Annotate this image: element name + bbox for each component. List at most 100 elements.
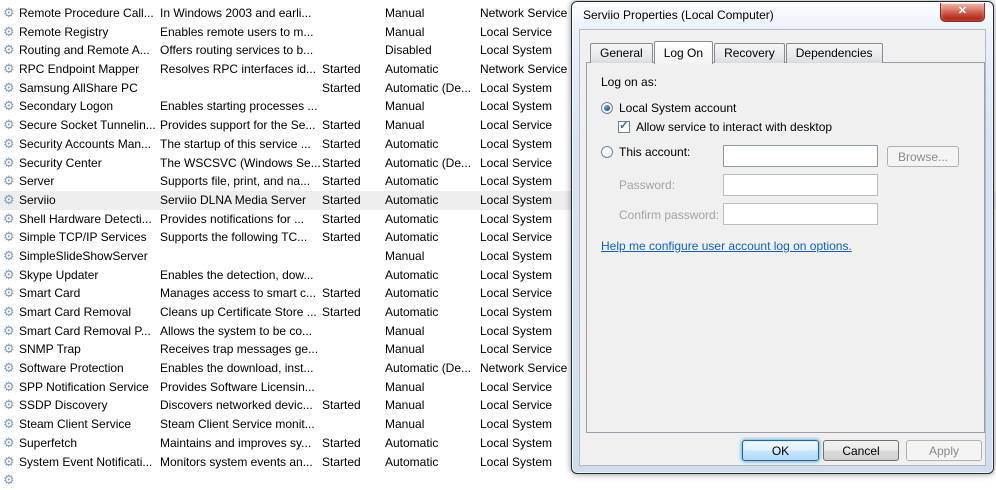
service-status: Started — [322, 453, 382, 472]
ok-button[interactable]: OK — [742, 440, 819, 461]
service-gear-icon: ⚙ — [3, 396, 15, 415]
dialog-tabs: GeneralLog OnRecoveryDependencies — [590, 40, 884, 63]
service-description: Provides support for the Se... — [160, 116, 320, 135]
interact-desktop-option[interactable]: ✓ Allow service to interact with desktop — [618, 120, 832, 134]
account-input[interactable] — [723, 145, 878, 167]
service-name: Superfetch — [19, 434, 157, 453]
confirm-password-label: Confirm password: — [619, 208, 719, 222]
service-startup-type: Automatic — [385, 135, 478, 154]
service-name: Simple TCP/IP Services — [19, 228, 157, 247]
service-description: The startup of this service ... — [160, 135, 320, 154]
service-gear-icon: ⚙ — [3, 60, 15, 79]
this-account-radio-icon[interactable] — [601, 146, 613, 158]
service-status: Started — [322, 135, 382, 154]
service-gear-icon: ⚙ — [3, 359, 15, 378]
service-description: Resolves RPC interfaces id... — [160, 60, 320, 79]
service-name: Security Center — [19, 154, 157, 173]
service-gear-icon: ⚙ — [3, 471, 15, 490]
tab-dependencies[interactable]: Dependencies — [786, 43, 883, 63]
service-description: Supports file, print, and na... — [160, 172, 320, 191]
service-name: Remote Registry — [19, 23, 157, 42]
service-description: Allows the system to be co... — [160, 322, 320, 341]
service-description: Enables the detection, dow... — [160, 266, 320, 285]
service-gear-icon: ⚙ — [3, 453, 15, 472]
service-gear-icon: ⚙ — [3, 154, 15, 173]
service-gear-icon: ⚙ — [3, 415, 15, 434]
service-startup-type: Manual — [385, 247, 478, 266]
interact-desktop-checkbox[interactable]: ✓ — [618, 121, 630, 133]
service-description: Enables the download, inst... — [160, 359, 320, 378]
service-startup-type: Manual — [385, 116, 478, 135]
help-link[interactable]: Help me configure user account log on op… — [601, 239, 852, 253]
service-startup-type: Automatic (De... — [385, 154, 478, 173]
service-description: Manages access to smart c... — [160, 284, 320, 303]
service-name: Secondary Logon — [19, 97, 157, 116]
service-name: SPP Notification Service — [19, 378, 157, 397]
service-startup-type: Manual — [385, 322, 478, 341]
service-startup-type: Manual — [385, 378, 478, 397]
service-name: RPC Endpoint Mapper — [19, 60, 157, 79]
dialog-titlebar[interactable]: Serviio Properties (Local Computer) ✕ — [572, 2, 993, 29]
service-description: Monitors system events an... — [160, 453, 320, 472]
service-startup-type: Manual — [385, 23, 478, 42]
password-label: Password: — [619, 178, 675, 192]
service-startup-type: Automatic — [385, 60, 478, 79]
service-description: Enables starting processes ... — [160, 97, 320, 116]
local-system-label: Local System account — [619, 101, 736, 115]
browse-button[interactable]: Browse... — [887, 146, 959, 167]
service-gear-icon: ⚙ — [3, 135, 15, 154]
service-startup-type: Automatic — [385, 303, 478, 322]
service-startup-type: Automatic (De... — [385, 79, 478, 98]
service-name: Smart Card Removal — [19, 303, 157, 322]
service-name: Remote Procedure Call... — [19, 4, 157, 23]
service-gear-icon: ⚙ — [3, 247, 15, 266]
tab-general[interactable]: General — [590, 43, 653, 63]
cancel-button[interactable]: Cancel — [823, 440, 899, 461]
confirm-password-input[interactable] — [723, 203, 878, 225]
service-description: Provides notifications for ... — [160, 210, 320, 229]
service-gear-icon: ⚙ — [3, 434, 15, 453]
service-gear-icon: ⚙ — [3, 4, 15, 23]
service-name: Security Accounts Man... — [19, 135, 157, 154]
service-name: Smart Card — [19, 284, 157, 303]
log-on-tab-page: Log on as: Local System account ✓ Allow s… — [586, 62, 985, 433]
service-description: Offers routing services to b... — [160, 41, 320, 60]
service-startup-type: Automatic — [385, 284, 478, 303]
log-on-as-label: Log on as: — [601, 75, 657, 89]
service-description: Enables remote users to m... — [160, 23, 320, 42]
dialog-title: Serviio Properties (Local Computer) — [583, 8, 774, 22]
local-system-option[interactable]: Local System account — [601, 101, 736, 115]
password-input[interactable] — [723, 174, 878, 196]
service-startup-type: Automatic — [385, 266, 478, 285]
service-description: In Windows 2003 and earli... — [160, 4, 320, 23]
tab-recovery[interactable]: Recovery — [714, 43, 785, 63]
apply-button[interactable]: Apply — [906, 440, 982, 461]
service-status: Started — [322, 172, 382, 191]
local-system-radio-icon[interactable] — [601, 102, 613, 114]
service-status: Started — [322, 434, 382, 453]
service-name: Steam Client Service — [19, 415, 157, 434]
service-startup-type: Manual — [385, 97, 478, 116]
service-name: Shell Hardware Detecti... — [19, 210, 157, 229]
tab-log-on[interactable]: Log On — [654, 41, 713, 64]
this-account-option[interactable]: This account: — [601, 145, 690, 159]
service-description: The WSCSVC (Windows Se... — [160, 154, 320, 173]
service-gear-icon: ⚙ — [3, 191, 15, 210]
service-name: Skype Updater — [19, 266, 157, 285]
interact-desktop-label: Allow service to interact with desktop — [636, 120, 832, 134]
checkbox-check-icon: ✓ — [619, 119, 629, 131]
service-startup-type: Automatic — [385, 434, 478, 453]
service-startup-type: Automatic — [385, 228, 478, 247]
dialog-client-area: GeneralLog OnRecoveryDependencies Log on… — [579, 29, 986, 466]
service-name: Samsung AllShare PC — [19, 79, 157, 98]
service-gear-icon: ⚙ — [3, 303, 15, 322]
service-gear-icon: ⚙ — [3, 116, 15, 135]
service-name: Secure Socket Tunnelin... — [19, 116, 157, 135]
service-gear-icon: ⚙ — [3, 172, 15, 191]
service-startup-type: Manual — [385, 396, 478, 415]
close-button[interactable]: ✕ — [940, 3, 985, 22]
service-status: Started — [322, 79, 382, 98]
close-icon: ✕ — [958, 5, 967, 17]
service-description: Steam Client Service monit... — [160, 415, 320, 434]
service-status: Started — [322, 210, 382, 229]
